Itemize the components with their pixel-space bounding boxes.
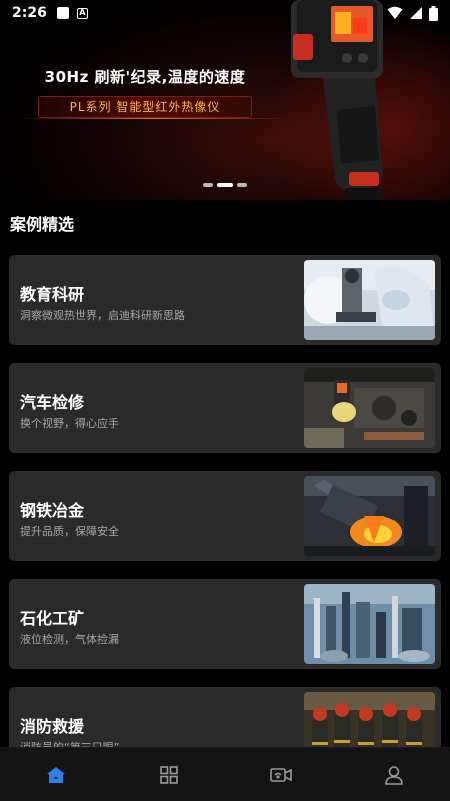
case-card-education[interactable]: 教育科研 洞察微观热世界，启迪科研新思路 [9, 255, 441, 345]
app-notification-icon: A [76, 7, 88, 19]
lab-microscope-image [304, 260, 435, 340]
thermal-camera-image [291, 0, 383, 200]
carousel-dot[interactable] [237, 183, 247, 187]
case-card-steel[interactable]: 钢铁冶金 提升品质，保障安全 [9, 471, 441, 561]
wifi-icon [387, 6, 403, 19]
home-icon [47, 766, 66, 783]
bottom-nav [0, 747, 450, 801]
user-icon [384, 765, 403, 785]
banner-divider [20, 118, 290, 119]
carousel-dot[interactable] [203, 183, 213, 187]
nav-item-home[interactable] [26, 755, 86, 795]
case-title: 钢铁冶金 [20, 501, 85, 520]
status-bar: 2:26 A [0, 0, 450, 26]
camera-icon [270, 767, 293, 782]
banner-subtitle: PL系列 智能型红外热像仪 [69, 100, 221, 114]
case-description: 液位检测，气体捡漏 [20, 633, 119, 646]
nav-item-categories[interactable] [139, 755, 199, 795]
case-description: 提升品质，保障安全 [20, 525, 119, 538]
battery-icon [429, 5, 438, 21]
case-title: 石化工矿 [20, 609, 85, 628]
carousel-indicator [0, 183, 450, 187]
case-card-firefighting[interactable]: 消防救援 消防员的“第三只眼” [9, 687, 441, 747]
section-title: 案例精选 [10, 215, 75, 234]
firefighters-image [304, 692, 435, 747]
grid-icon [159, 765, 178, 784]
nav-item-profile[interactable] [364, 755, 424, 795]
signal-icon [410, 7, 422, 19]
case-title: 汽车检修 [20, 393, 85, 412]
nav-item-device[interactable] [251, 755, 311, 795]
promo-banner[interactable]: 30Hz 刷新'纪录,温度的速度 PL系列 智能型红外热像仪 [0, 0, 450, 200]
status-time: 2:26 [12, 5, 47, 21]
notification-icon [56, 7, 69, 19]
carousel-dot-active[interactable] [217, 183, 233, 187]
case-list[interactable]: 教育科研 洞察微观热世界，启迪科研新思路 汽车检修 换个视野，得心应手 钢铁冶金… [9, 255, 441, 747]
petrochemical-plant-image [304, 584, 435, 664]
case-description: 洞察微观热世界，启迪科研新思路 [20, 309, 185, 322]
case-card-automotive[interactable]: 汽车检修 换个视野，得心应手 [9, 363, 441, 453]
case-description: 消防员的“第三只眼” [20, 739, 119, 747]
steel-furnace-image [304, 476, 435, 556]
case-title: 消防救援 [20, 717, 85, 736]
car-engine-inspection-image [304, 368, 435, 448]
case-title: 教育科研 [20, 285, 85, 304]
case-card-petrochemical[interactable]: 石化工矿 液位检测，气体捡漏 [9, 579, 441, 669]
banner-title: 30Hz 刷新'纪录,温度的速度 [44, 68, 246, 86]
case-description: 换个视野，得心应手 [20, 417, 119, 430]
